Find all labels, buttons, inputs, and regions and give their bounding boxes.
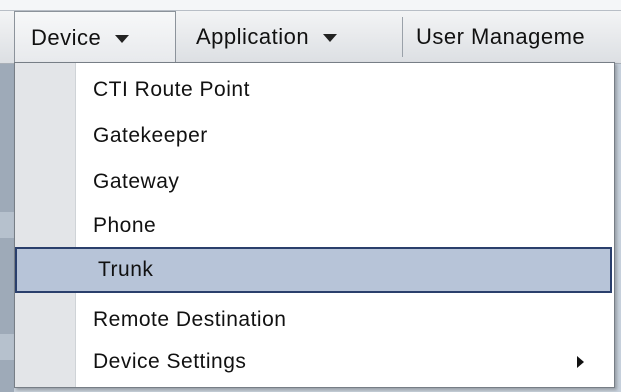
- menu-separator: [402, 17, 403, 57]
- menu-application[interactable]: Application: [196, 11, 396, 63]
- menu-item-cti-route-point[interactable]: CTI Route Point: [15, 67, 614, 113]
- menu-item-device-settings[interactable]: Device Settings: [15, 339, 614, 385]
- menu-item-remote-destination[interactable]: Remote Destination: [15, 297, 614, 343]
- menu-device-label: Device: [31, 25, 102, 50]
- chevron-right-icon: [577, 356, 584, 368]
- device-dropdown-menu: CTI Route Point Gatekeeper Gateway Phone…: [14, 62, 615, 388]
- menu-item-label: Gatekeeper: [93, 124, 208, 147]
- menu-application-label: Application: [196, 24, 310, 49]
- menu-item-gatekeeper[interactable]: Gatekeeper: [15, 113, 614, 159]
- menu-item-label: Gateway: [93, 170, 180, 193]
- background-row: [0, 334, 14, 360]
- menu-bar: Device Application User Manageme: [0, 10, 621, 64]
- menu-item-label: Phone: [93, 214, 157, 237]
- menu-item-label: CTI Route Point: [93, 78, 250, 101]
- page-background-right: [615, 64, 621, 392]
- page-background-top: [0, 0, 621, 10]
- background-row: [0, 212, 14, 238]
- page-background-left: [0, 64, 14, 392]
- menu-item-gateway[interactable]: Gateway: [15, 159, 614, 205]
- menu-item-label: Remote Destination: [93, 308, 287, 331]
- chevron-down-icon: [323, 34, 338, 42]
- menu-item-trunk[interactable]: Trunk: [15, 247, 612, 293]
- chevron-down-icon: [115, 35, 130, 43]
- menu-device[interactable]: Device: [14, 11, 176, 64]
- menu-item-phone[interactable]: Phone: [15, 203, 614, 249]
- menu-user-management[interactable]: User Manageme: [416, 11, 621, 63]
- menu-item-label: Device Settings: [93, 350, 247, 373]
- menu-item-label: Trunk: [98, 258, 154, 281]
- menu-user-management-label: User Manageme: [416, 24, 586, 49]
